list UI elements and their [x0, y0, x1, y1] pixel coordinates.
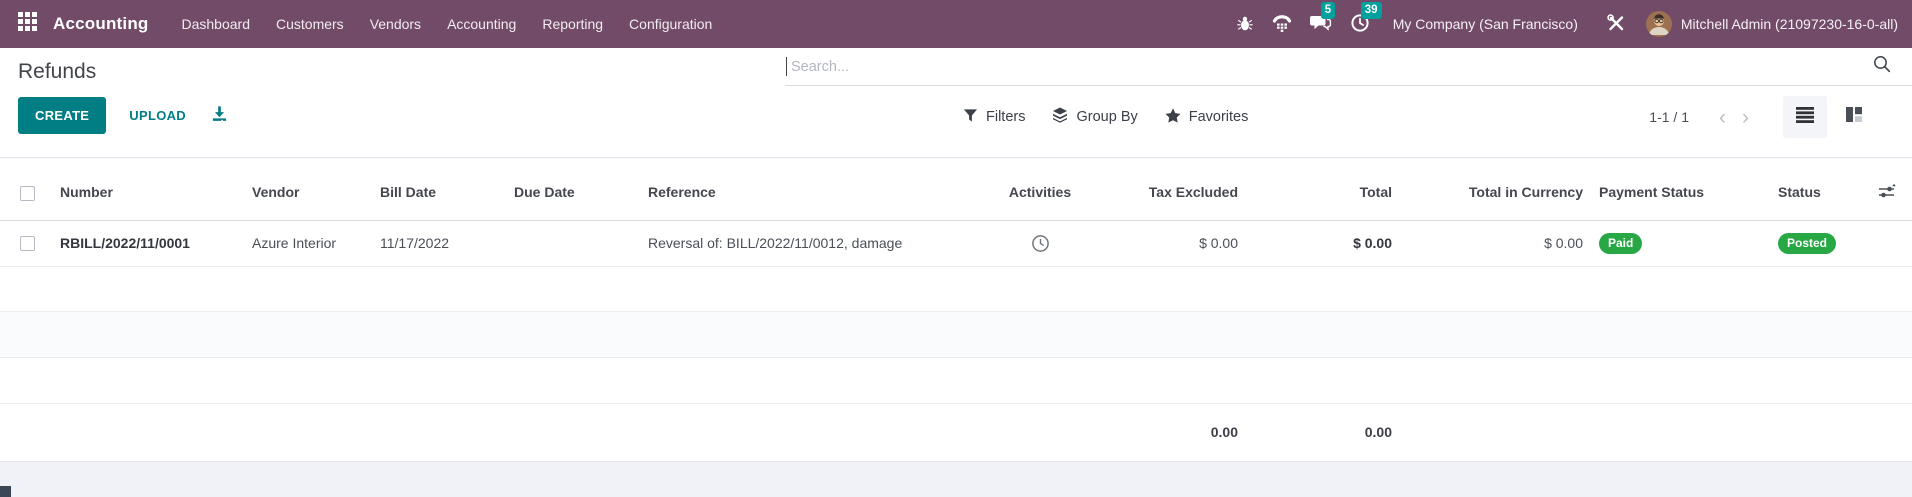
column-header-total[interactable]: Total: [1246, 165, 1400, 221]
table-footer-row: 0.00 0.00: [0, 403, 1912, 462]
search-input[interactable]: [787, 58, 1868, 75]
debug-bug-button[interactable]: [1227, 12, 1263, 37]
list-view-button[interactable]: [1783, 96, 1827, 138]
search-icon: [1872, 54, 1892, 79]
empty-row: [0, 311, 1912, 358]
export-download-button[interactable]: [211, 105, 228, 127]
company-switcher[interactable]: My Company (San Francisco): [1393, 16, 1578, 32]
menu-dashboard[interactable]: Dashboard: [169, 0, 264, 48]
search-bar: [785, 48, 1912, 86]
optional-columns-button[interactable]: [1861, 165, 1912, 221]
column-header-reference[interactable]: Reference: [644, 165, 988, 221]
layers-icon: [1052, 107, 1068, 127]
column-header-number[interactable]: Number: [56, 165, 248, 221]
top-nav-bar: Accounting Dashboard Customers Vendors A…: [0, 0, 1912, 48]
column-header-activities[interactable]: Activities: [988, 165, 1092, 221]
star-icon: [1165, 107, 1181, 127]
empty-row: [0, 357, 1912, 404]
menu-configuration[interactable]: Configuration: [616, 0, 725, 48]
search-submit[interactable]: [1868, 50, 1896, 83]
column-header-due-date[interactable]: Due Date: [510, 165, 644, 221]
chevron-right-icon: ›: [1742, 105, 1749, 129]
view-switcher: [1783, 96, 1876, 138]
menu-vendors[interactable]: Vendors: [357, 0, 434, 48]
column-header-status[interactable]: Status: [1771, 165, 1861, 221]
empty-row: [0, 266, 1912, 312]
app-name[interactable]: Accounting: [53, 14, 149, 34]
menu-accounting[interactable]: Accounting: [434, 0, 529, 48]
corner-artifact: [0, 486, 11, 497]
row-checkbox[interactable]: [20, 236, 35, 252]
table-header-row: Number Vendor Bill Date Due Date Referen…: [0, 165, 1912, 221]
filters-button[interactable]: Filters: [963, 108, 1025, 127]
apps-grid-icon: [18, 12, 37, 36]
messages-count-badge: 5: [1320, 1, 1336, 19]
chevron-left-icon: ‹: [1719, 105, 1726, 129]
activities-button[interactable]: 39: [1341, 1, 1382, 38]
payment-status-badge: Paid: [1599, 232, 1643, 254]
cell-reference[interactable]: Reversal of: BILL/2022/11/0012, damage: [644, 220, 988, 267]
voip-phone-button[interactable]: [1263, 11, 1301, 37]
pager-next-button[interactable]: ›: [1734, 107, 1757, 128]
footer-total-tax-excluded: 0.00: [1092, 403, 1246, 462]
cell-bill-date[interactable]: 11/17/2022: [376, 220, 510, 267]
wrench-screwdriver-icon: [1606, 13, 1626, 36]
cell-vendor[interactable]: Azure Interior: [248, 220, 376, 267]
upload-button[interactable]: UPLOAD: [123, 107, 192, 124]
cell-activities[interactable]: [988, 220, 1092, 267]
list-view-icon: [1795, 106, 1815, 129]
user-menu[interactable]: Mitchell Admin (21097230-16-0-all): [1645, 11, 1898, 37]
cell-number[interactable]: RBILL/2022/11/0001: [56, 220, 248, 267]
footer-total: 0.00: [1246, 403, 1400, 462]
select-all-header[interactable]: [0, 165, 56, 221]
list-view: Number Vendor Bill Date Due Date Referen…: [0, 158, 1912, 462]
menu-reporting[interactable]: Reporting: [529, 0, 616, 48]
apps-menu-button[interactable]: [12, 8, 43, 40]
cell-due-date[interactable]: [510, 220, 644, 267]
group-by-button[interactable]: Group By: [1052, 107, 1138, 127]
download-icon: [211, 105, 228, 127]
page-title: Refunds: [18, 60, 97, 83]
cell-tax-excluded[interactable]: $ 0.00: [1092, 220, 1246, 267]
phone-icon: [1272, 13, 1292, 35]
group-by-label: Group By: [1076, 109, 1138, 125]
avatar: [1645, 11, 1672, 37]
pager-range: 1-1 / 1: [1649, 109, 1689, 125]
column-header-vendor[interactable]: Vendor: [248, 165, 376, 221]
row-select-cell[interactable]: [0, 220, 56, 267]
cell-status[interactable]: Posted: [1771, 220, 1861, 267]
filter-funnel-icon: [963, 108, 978, 127]
favorites-label: Favorites: [1188, 109, 1249, 125]
favorites-button[interactable]: Favorites: [1165, 107, 1249, 127]
cell-spacer: [1861, 220, 1912, 267]
cell-payment-status[interactable]: Paid: [1591, 220, 1771, 267]
status-badge: Posted: [1778, 232, 1837, 254]
support-tools-button[interactable]: [1596, 11, 1636, 38]
select-all-checkbox[interactable]: [20, 185, 35, 201]
table-row[interactable]: RBILL/2022/11/0001 Azure Interior 11/17/…: [0, 220, 1912, 267]
messages-button[interactable]: 5: [1301, 1, 1341, 38]
activity-clock-icon: [1031, 234, 1050, 252]
control-panel: Refunds CREATE UPLOAD Search... Filters …: [0, 48, 1912, 158]
menu-customers[interactable]: Customers: [263, 0, 357, 48]
create-button[interactable]: CREATE: [18, 97, 107, 134]
column-header-payment-status[interactable]: Payment Status: [1591, 165, 1771, 221]
refunds-table: Number Vendor Bill Date Due Date Referen…: [0, 165, 1912, 462]
kanban-view-button[interactable]: [1832, 96, 1876, 138]
activities-count-badge: 39: [1360, 1, 1382, 19]
column-options-icon: [1878, 183, 1896, 202]
main-menu: Dashboard Customers Vendors Accounting R…: [169, 0, 726, 48]
pager-previous-button[interactable]: ‹: [1711, 107, 1734, 128]
column-header-bill-date[interactable]: Bill Date: [376, 165, 510, 221]
bug-icon: [1236, 14, 1254, 35]
column-header-total-in-currency[interactable]: Total in Currency: [1400, 165, 1591, 221]
search-options: Filters Group By Favorites: [963, 107, 1248, 127]
cell-total-in-currency[interactable]: $ 0.00: [1400, 220, 1591, 267]
column-header-tax-excluded[interactable]: Tax Excluded: [1092, 165, 1246, 221]
user-name: Mitchell Admin (21097230-16-0-all): [1680, 16, 1898, 32]
cell-total[interactable]: $ 0.00: [1246, 220, 1400, 267]
kanban-view-icon: [1845, 106, 1863, 128]
filters-label: Filters: [986, 109, 1026, 125]
